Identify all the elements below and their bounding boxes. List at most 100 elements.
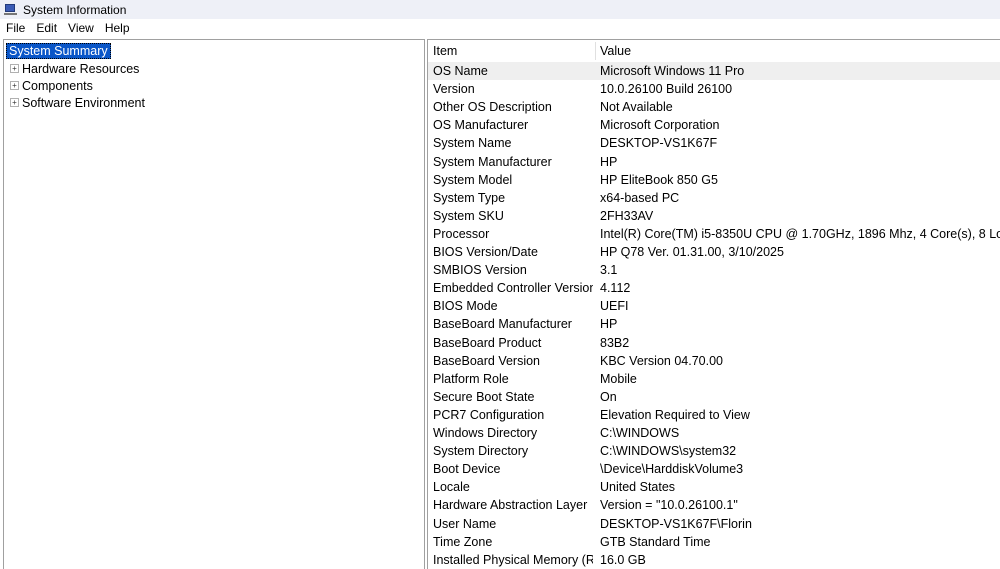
list-row[interactable]: Embedded Controller Version 4.112 [428,279,1000,297]
value-cell: HP [600,317,618,332]
value-cell: Microsoft Corporation [600,118,720,133]
tree-item-system-summary[interactable]: System Summary [6,42,111,59]
tree-item-software-environment[interactable]: + Software Environment [6,94,145,111]
item-cell: SMBIOS Version [433,263,527,278]
tree-item-label: System Summary [6,42,111,59]
list-row[interactable]: BaseBoard Product 83B2 [428,334,1000,352]
item-cell: BaseBoard Product [433,335,542,350]
item-cell: System Manufacturer [433,154,552,169]
system-information-icon [4,3,17,16]
list-row[interactable]: Version 10.0.26100 Build 26100 [428,80,1000,98]
list-header: Item Value [428,40,1000,62]
list-row[interactable]: OS Manufacturer Microsoft Corporation [428,116,1000,134]
list-row[interactable]: Hardware Abstraction Layer Version = "10.… [428,496,1000,514]
menu-help[interactable]: Help [99,21,135,35]
list-row[interactable]: Platform Role Mobile [428,370,1000,388]
item-cell: Locale [433,480,470,495]
value-cell: HP EliteBook 850 G5 [600,172,718,187]
tree-item-label: Software Environment [22,95,145,110]
list-row[interactable]: Secure Boot State On [428,388,1000,406]
category-tree: System Summary + Hardware Resources + Comp… [3,39,425,569]
item-cell: System Name [433,136,512,151]
value-cell: 10.0.26100 Build 26100 [600,82,733,97]
item-cell: Time Zone [433,534,493,549]
details-list: Item Value OS Name Microsoft Windows 11 P… [427,39,1000,569]
value-cell: Mobile [600,371,637,386]
item-cell: OS Name [433,64,488,78]
list-row[interactable]: System SKU 2FH33AV [428,207,1000,225]
value-cell: UEFI [600,299,629,314]
list-row[interactable]: System Type x64-based PC [428,189,1000,207]
column-header-item[interactable]: Item [433,44,457,58]
value-cell: Version = "10.0.26100.1" [600,498,738,513]
list-row[interactable]: Time Zone GTB Standard Time [428,533,1000,551]
value-cell: 3.1 [600,263,618,278]
value-cell: KBC Version 04.70.00 [600,353,723,368]
value-cell: DESKTOP-VS1K67F [600,136,718,151]
item-cell: User Name [433,516,497,531]
list-row[interactable]: BaseBoard Manufacturer HP [428,315,1000,333]
item-cell: System Directory [433,444,529,459]
expand-icon[interactable]: + [10,64,19,73]
list-row[interactable]: System Directory C:\WINDOWS\system32 [428,442,1000,460]
value-cell: 2FH33AV [600,208,654,223]
menu-view[interactable]: View [62,21,99,35]
list-row[interactable]: Boot Device \Device\HarddiskVolume3 [428,460,1000,478]
list-row[interactable]: System Name DESKTOP-VS1K67F [428,134,1000,152]
value-cell: HP [600,154,618,169]
item-cell: Version [433,82,475,97]
item-cell: Platform Role [433,371,509,386]
list-row[interactable]: SMBIOS Version 3.1 [428,261,1000,279]
menu-bar: File Edit View Help [0,19,1000,37]
list-row[interactable]: Windows Directory C:\WINDOWS [428,424,1000,442]
item-cell: BaseBoard Version [433,353,541,368]
list-row[interactable]: User Name DESKTOP-VS1K67F\Florin [428,515,1000,533]
list-row[interactable]: BIOS Mode UEFI [428,297,1000,315]
list-row[interactable]: Processor Intel(R) Core(TM) i5-8350U CPU … [428,225,1000,243]
item-cell: System Type [433,190,506,205]
tree-item-components[interactable]: + Components [6,77,93,94]
tree-item-label: Components [22,78,93,93]
list-row[interactable]: System Model HP EliteBook 850 G5 [428,171,1000,189]
value-cell: x64-based PC [600,190,680,205]
item-cell: BIOS Mode [433,299,498,314]
title-bar: System Information [0,0,1000,19]
item-cell: Other OS Description [433,100,552,115]
value-cell: C:\WINDOWS [600,426,680,440]
value-cell: \Device\HarddiskVolume3 [600,462,744,477]
item-cell: Installed Physical Memory (RA... [433,552,593,567]
list-row[interactable]: OS Name Microsoft Windows 11 Pro [428,62,1000,80]
list-row[interactable]: Locale United States [428,478,1000,496]
value-cell: DESKTOP-VS1K67F\Florin [600,516,752,531]
value-cell: 83B2 [600,335,630,350]
column-divider[interactable] [595,42,596,60]
column-header-value[interactable]: Value [600,44,631,58]
value-cell: Not Available [600,100,673,115]
item-cell: Embedded Controller Version [433,281,593,296]
list-row[interactable]: PCR7 Configuration Elevation Required to … [428,406,1000,424]
item-cell: Hardware Abstraction Layer [433,498,588,513]
menu-file[interactable]: File [0,21,30,35]
list-row[interactable]: System Manufacturer HP [428,153,1000,171]
item-cell: Boot Device [433,462,501,477]
value-cell: 16.0 GB [600,552,646,567]
list-row[interactable]: BaseBoard Version KBC Version 04.70.00 [428,352,1000,370]
window-title: System Information [23,2,127,17]
item-cell: OS Manufacturer [433,118,529,133]
tree-item-hardware-resources[interactable]: + Hardware Resources [6,60,139,77]
item-cell: BIOS Version/Date [433,245,538,259]
value-cell: On [600,389,617,404]
tree-item-label: Hardware Resources [22,61,140,76]
list-row[interactable]: Other OS Description Not Available [428,98,1000,116]
list-row[interactable]: Installed Physical Memory (RA... 16.0 GB [428,551,1000,569]
menu-edit[interactable]: Edit [30,21,62,35]
expand-icon[interactable]: + [10,98,19,107]
value-cell: Intel(R) Core(TM) i5-8350U CPU @ 1.70GHz… [600,226,1000,241]
list-row[interactable]: BIOS Version/Date HP Q78 Ver. 01.31.00, 3… [428,243,1000,261]
value-cell: Microsoft Windows 11 Pro [600,64,745,78]
item-cell: Windows Directory [433,426,538,440]
item-cell: System SKU [433,208,504,223]
value-cell: GTB Standard Time [600,534,711,549]
expand-icon[interactable]: + [10,81,19,90]
item-cell: Secure Boot State [433,389,535,404]
